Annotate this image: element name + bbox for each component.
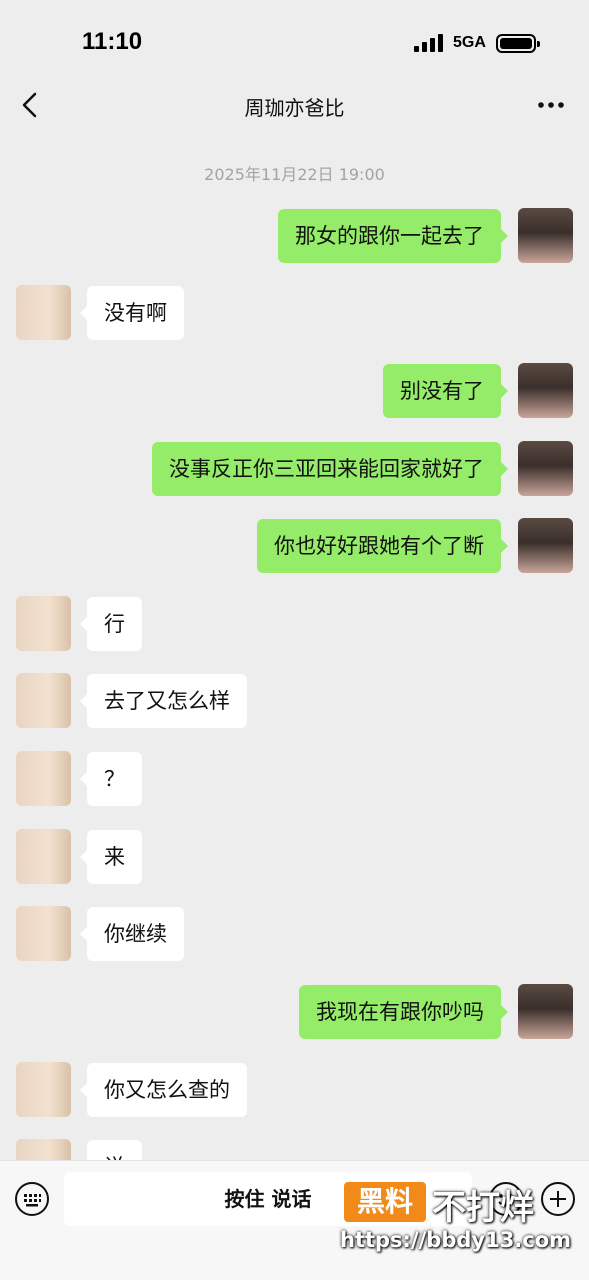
message-row: 你继续 [0,906,589,962]
incoming-bubble[interactable]: 你继续 [80,907,184,961]
outgoing-bubble[interactable]: 那女的跟你一起去了 [278,209,508,263]
watermark-text: 不打烊 [432,1188,534,1228]
watermark-tag: 黑料 [344,1182,426,1222]
outgoing-bubble[interactable]: 没事反正你三亚回来能回家就好了 [152,442,508,496]
message-timestamp: 2025年11月22日 19:00 [204,165,385,184]
self-avatar[interactable] [518,363,573,418]
outgoing-bubble[interactable]: 你也好好跟她有个了断 [257,519,508,573]
self-avatar[interactable] [518,984,573,1039]
contact-avatar[interactable] [16,751,71,806]
status-time: 11:10 [82,28,143,55]
incoming-bubble[interactable]: 来 [80,830,142,884]
contact-avatar[interactable] [16,673,71,728]
chat-header: 周珈亦爸比 [0,80,589,132]
keyboard-icon[interactable] [14,1181,50,1217]
watermark: 黑料 不打烊 https://bbdy13.com [340,1178,589,1268]
message-row: 那女的跟你一起去了 [0,208,589,264]
message-row: ？ [0,751,589,807]
status-bar: 11:10 5GA [0,0,589,80]
message-row: 行 [0,596,589,652]
message-row: 去了又怎么样 [0,673,589,729]
watermark-url: https://bbdy13.com [340,1228,572,1252]
contact-avatar[interactable] [16,1062,71,1117]
contact-avatar[interactable] [16,906,71,961]
network-type: 5GA [453,34,486,51]
message-row: 来 [0,829,589,885]
message-row: 我现在有跟你吵吗 [0,984,589,1040]
self-avatar[interactable] [518,208,573,263]
more-icon[interactable] [536,100,566,110]
message-row: 别没有了 [0,363,589,419]
message-row: 你也好好跟她有个了断 [0,518,589,574]
message-row: 你又怎么查的 [0,1062,589,1118]
signal-icon [414,34,444,52]
self-avatar[interactable] [518,441,573,496]
incoming-bubble[interactable]: 去了又怎么样 [80,674,247,728]
message-row: 没有啊 [0,285,589,341]
contact-avatar[interactable] [16,829,71,884]
incoming-bubble[interactable]: 你又怎么查的 [80,1063,247,1117]
outgoing-bubble[interactable]: 别没有了 [383,364,508,418]
incoming-bubble[interactable]: ？ [80,752,142,806]
contact-avatar[interactable] [16,285,71,340]
incoming-bubble[interactable]: 行 [80,597,142,651]
outgoing-bubble[interactable]: 我现在有跟你吵吗 [299,985,508,1039]
incoming-bubble[interactable]: 没有啊 [80,286,184,340]
battery-icon [496,34,540,53]
message-row: 没事反正你三亚回来能回家就好了 [0,441,589,497]
contact-avatar[interactable] [16,596,71,651]
chat-title: 周珈亦爸比 [244,96,345,120]
self-avatar[interactable] [518,518,573,573]
